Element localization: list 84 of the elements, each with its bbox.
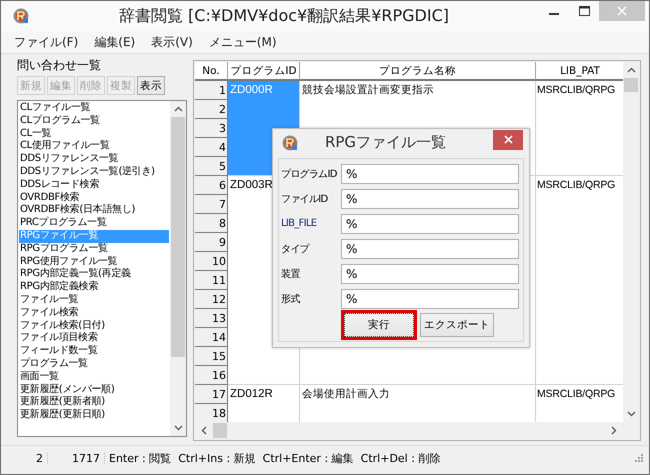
- minimize-icon: [549, 13, 559, 15]
- list-item[interactable]: CL一覧: [19, 128, 169, 140]
- list-item[interactable]: プログラム一覧: [19, 358, 169, 371]
- row-number[interactable]: 17: [195, 385, 228, 404]
- close-icon: [617, 6, 627, 16]
- maximize-icon: [578, 6, 590, 16]
- list-item[interactable]: OVRDBF検索(日本語無し): [19, 204, 169, 218]
- scroll-thumb[interactable]: [171, 117, 185, 357]
- list-item[interactable]: CLファイル一覧: [19, 102, 169, 115]
- list-item[interactable]: ファイル検索: [19, 306, 169, 320]
- column-header[interactable]: プログラムID: [228, 62, 300, 81]
- row-number[interactable]: 6: [195, 176, 228, 195]
- dialog-title: RPGファイル一覧: [324, 133, 448, 152]
- scroll-down-icon[interactable]: [174, 426, 182, 430]
- menu-item[interactable]: 編集(E): [87, 32, 142, 52]
- row-number[interactable]: 7: [195, 195, 228, 214]
- list-item[interactable]: RPG内部定義一覧(再定義: [19, 268, 169, 282]
- list-item[interactable]: OVRDBF検索: [19, 192, 169, 204]
- scroll-down-icon[interactable]: [627, 412, 635, 416]
- list-item[interactable]: 更新履歴(メンバー順): [19, 384, 169, 396]
- list-item[interactable]: CL使用ファイル一覧: [19, 140, 169, 154]
- status-count: 1717: [48, 452, 105, 464]
- list-item[interactable]: 画面一覧: [19, 370, 169, 384]
- row-number[interactable]: 16: [195, 366, 228, 385]
- column-header[interactable]: No.: [195, 62, 228, 81]
- group-title: 問い合わせ一覧: [17, 57, 102, 74]
- input-field[interactable]: %: [341, 188, 519, 208]
- list-item[interactable]: 更新履歴(更新者順): [19, 396, 169, 410]
- list-item[interactable]: RPG内部定義検索: [19, 281, 169, 294]
- scroll-thumb[interactable]: [213, 423, 227, 438]
- close-icon: [504, 135, 512, 144]
- status-count: 2: [1, 452, 48, 464]
- scroll-left-icon[interactable]: [202, 426, 206, 434]
- list-item[interactable]: DDSリファレンス一覧: [19, 153, 169, 166]
- list-item[interactable]: ファイル一覧: [19, 294, 169, 307]
- row-number[interactable]: 3: [195, 119, 228, 138]
- row-number[interactable]: 1: [195, 81, 228, 100]
- list-item[interactable]: RPG使用ファイル一覧: [19, 256, 169, 268]
- scroll-right-icon[interactable]: [612, 426, 616, 434]
- menu-item[interactable]: 表示(V): [144, 32, 200, 52]
- row-number[interactable]: 14: [195, 328, 228, 347]
- row-number[interactable]: 12: [195, 290, 228, 309]
- input-field[interactable]: %: [341, 214, 519, 234]
- column-header[interactable]: プログラム名称: [300, 62, 536, 81]
- list-item[interactable]: 更新履歴(更新日順): [19, 409, 169, 422]
- dialog-button[interactable]: 実行: [344, 313, 414, 337]
- row-number[interactable]: 10: [195, 252, 228, 271]
- row-number[interactable]: 2: [195, 100, 228, 119]
- list-item[interactable]: フィールド数一覧: [19, 345, 169, 358]
- input-field[interactable]: %: [341, 288, 519, 308]
- status-text: Enter : 閲覧 Ctrl+Ins : 新規 Ctrl+Enter : 編集 Ctrl+Del : 削除: [108, 450, 442, 466]
- list-item[interactable]: PRCプログラム一覧: [19, 217, 169, 230]
- row-number[interactable]: 13: [195, 309, 228, 328]
- scroll-up-icon[interactable]: [174, 106, 182, 112]
- row-number[interactable]: 4: [195, 138, 228, 157]
- close-button[interactable]: [493, 130, 523, 150]
- list-item[interactable]: CLプログラム一覧: [19, 114, 169, 128]
- app-icon: [282, 134, 298, 150]
- row-number[interactable]: 11: [195, 271, 228, 290]
- row-number[interactable]: 9: [195, 233, 228, 252]
- row-number[interactable]: 8: [195, 214, 228, 233]
- scroll-up-icon[interactable]: [627, 68, 635, 72]
- list-item[interactable]: DDSレコード検索: [19, 178, 169, 192]
- input-field[interactable]: %: [341, 238, 519, 258]
- app-icon: [13, 8, 29, 24]
- scroll-thumb[interactable]: [624, 78, 638, 92]
- row-number[interactable]: 15: [195, 347, 228, 366]
- dialog-button[interactable]: エクスポート: [420, 313, 494, 337]
- menu-item[interactable]: メニュー(M): [202, 32, 284, 52]
- scrollbar[interactable]: [170, 101, 186, 436]
- toolbar-button[interactable]: 表示: [137, 76, 165, 95]
- field-label: 形式: [281, 292, 301, 306]
- input-field[interactable]: %: [341, 164, 519, 184]
- row-number[interactable]: 5: [195, 157, 228, 176]
- menu-item[interactable]: ファイル(F): [7, 32, 86, 52]
- row-number[interactable]: 18: [195, 404, 228, 422]
- window-title: 辞書閲覧 [C:¥DMV¥doc¥翻訳結果¥RPGDIC]: [118, 6, 450, 26]
- input-field[interactable]: %: [341, 264, 519, 284]
- field-label: 装置: [281, 268, 301, 280]
- list-item[interactable]: ファイル検索(日付): [19, 320, 169, 332]
- list-item[interactable]: RPGプログラム一覧: [19, 242, 169, 256]
- list-item[interactable]: DDSリファレンス一覧(逆引き): [19, 166, 169, 179]
- resize-grip-icon[interactable]: [635, 454, 643, 462]
- list-item[interactable]: ファイル項目検索: [19, 332, 169, 346]
